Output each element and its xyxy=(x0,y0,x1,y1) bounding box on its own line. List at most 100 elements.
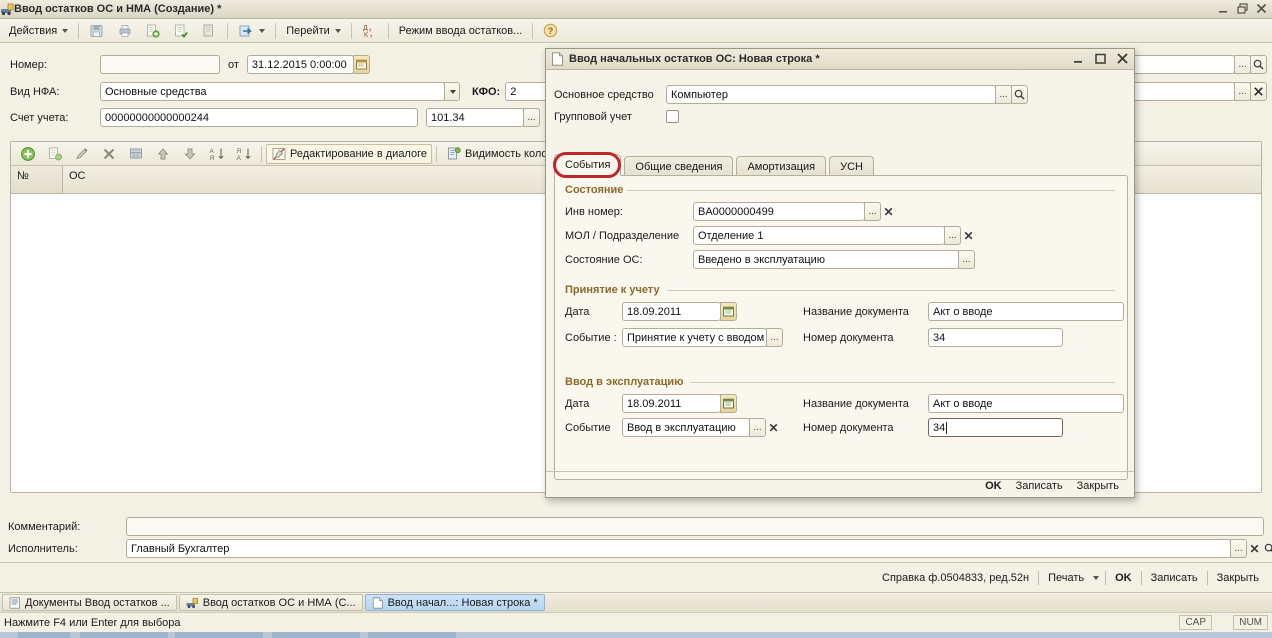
dialog-edit-icon xyxy=(271,146,287,162)
comment-input[interactable] xyxy=(126,517,1264,536)
executor-input[interactable]: Главный Бухгалтер xyxy=(126,539,1231,558)
delete-mark-button[interactable] xyxy=(123,144,149,164)
restore-icon[interactable] xyxy=(1094,52,1107,65)
account-code-select-button[interactable]: ... xyxy=(523,108,540,127)
dt-kt-button[interactable]: Д т К т xyxy=(357,21,383,41)
reference-button[interactable]: Справка ф.0504833, ред.52н xyxy=(875,570,1036,586)
taskbar-item-balance-entry[interactable]: Ввод остатков ОС и НМА (С... xyxy=(179,594,363,611)
chevron-down-icon[interactable] xyxy=(444,82,460,101)
executor-select-button[interactable]: ... xyxy=(1230,539,1247,558)
tab-depreciation[interactable]: Амортизация xyxy=(736,156,826,176)
close-icon[interactable] xyxy=(1116,52,1129,65)
edit-row-button[interactable] xyxy=(69,144,95,164)
balance-entry-mode-button[interactable]: Режим ввода остатков... xyxy=(394,21,528,41)
calendar-icon[interactable] xyxy=(720,394,737,413)
commissioning-docnum-value: 34 xyxy=(933,422,945,434)
acceptance-docnum-input[interactable]: 34 xyxy=(928,328,1063,347)
asset-input[interactable]: Компьютер xyxy=(666,85,996,104)
os-taskbar-segment[interactable] xyxy=(368,632,456,638)
close-button[interactable]: Закрыть xyxy=(1210,570,1266,586)
os-taskbar-segment[interactable] xyxy=(80,632,168,638)
copy-row-button[interactable] xyxy=(42,144,68,164)
acceptance-date-input[interactable]: 18.09.2011 xyxy=(622,302,721,321)
dialog-write-button[interactable]: Записать xyxy=(1009,478,1070,494)
acceptance-event-select-button[interactable]: ... xyxy=(766,328,783,347)
dialog-footer-bar: OK Записать Закрыть xyxy=(546,471,1134,499)
export-button[interactable] xyxy=(233,21,270,41)
ok-button[interactable]: OK xyxy=(1108,570,1139,586)
group-accounting-checkbox[interactable] xyxy=(666,110,679,123)
acceptance-group-divider xyxy=(667,290,1115,291)
post-document-icon xyxy=(173,23,189,39)
delete-row-button[interactable] xyxy=(96,144,122,164)
goto-menu-button[interactable]: Перейти xyxy=(281,21,346,41)
date-input[interactable]: 31.12.2015 0:00:00 xyxy=(247,55,354,74)
nfa-type-select[interactable]: Основные средства xyxy=(100,82,445,101)
hidden-field-1-select-button[interactable]: ... xyxy=(1234,55,1251,74)
number-input[interactable] xyxy=(100,55,220,74)
os-taskbar-segment[interactable] xyxy=(175,632,263,638)
calendar-icon[interactable] xyxy=(720,302,737,321)
sort-asc-button[interactable]: A Я xyxy=(204,144,230,164)
grid-column-number[interactable]: № xyxy=(11,166,63,193)
commissioning-date-input[interactable]: 18.09.2011 xyxy=(622,394,721,413)
asset-row: Основное средство Компьютер ... xyxy=(554,85,1028,104)
tab-events[interactable]: События xyxy=(554,154,621,176)
restore-icon[interactable] xyxy=(1236,2,1249,15)
taskbar-item-new-row[interactable]: Ввод начал...: Новая строка * xyxy=(365,594,545,611)
commissioning-event-input[interactable]: Ввод в эксплуатацию xyxy=(622,418,750,437)
commissioning-docnum-input[interactable]: 34 xyxy=(928,418,1063,437)
print-button[interactable] xyxy=(112,21,138,41)
minimize-icon[interactable] xyxy=(1217,2,1230,15)
copy-document-button[interactable] xyxy=(140,21,166,41)
sort-desc-button[interactable]: Я A xyxy=(231,144,257,164)
account-code-input[interactable]: 101.34 xyxy=(426,108,524,127)
write-button[interactable]: Записать xyxy=(1144,570,1205,586)
clear-icon[interactable] xyxy=(1250,82,1267,101)
add-row-button[interactable] xyxy=(15,144,41,164)
acceptance-docname-input[interactable]: Акт о вводе xyxy=(928,302,1124,321)
search-icon[interactable] xyxy=(1011,85,1028,104)
mol-subdivision-clear-icon[interactable]: ✕ xyxy=(961,226,976,245)
tab-usn[interactable]: УСН xyxy=(829,156,874,176)
calendar-icon[interactable] xyxy=(353,55,370,74)
dialog-edit-button[interactable]: Редактирование в диалоге xyxy=(266,144,432,164)
post-document-button[interactable] xyxy=(168,21,194,41)
move-down-button[interactable] xyxy=(177,144,203,164)
mol-subdivision-select-button[interactable]: ... xyxy=(944,226,961,245)
print-menu-button[interactable]: Печать xyxy=(1041,570,1091,586)
commissioning-event-clear-icon[interactable]: ✕ xyxy=(766,418,781,437)
search-icon[interactable] xyxy=(1250,55,1267,74)
commissioning-docname-input[interactable]: Акт о вводе xyxy=(928,394,1124,413)
commissioning-group-title: Ввод в эксплуатацию xyxy=(565,376,684,388)
move-up-button[interactable] xyxy=(150,144,176,164)
tab-general-info[interactable]: Общие сведения xyxy=(624,156,733,176)
actions-menu-button[interactable]: Действия xyxy=(4,21,73,41)
unpost-document-button[interactable] xyxy=(196,21,222,41)
taskbar-item-documents[interactable]: Документы Ввод остатков ... xyxy=(2,594,177,611)
inventory-number-select-button[interactable]: ... xyxy=(864,202,881,221)
help-button[interactable]: ? xyxy=(538,21,564,41)
account-input[interactable]: 00000000000000244 xyxy=(100,108,418,127)
os-state-select-button[interactable]: ... xyxy=(958,250,975,269)
save-button[interactable] xyxy=(84,21,110,41)
executor-clear-icon[interactable]: ✕ xyxy=(1247,539,1262,558)
hidden-field-2-select-button[interactable]: ... xyxy=(1234,82,1251,101)
commissioning-event-select-button[interactable]: ... xyxy=(749,418,766,437)
mol-subdivision-input[interactable]: Отделение 1 xyxy=(693,226,945,245)
list-icon xyxy=(9,597,21,609)
acceptance-event-input[interactable]: Принятие к учету с вводом в xyxy=(622,328,767,347)
chevron-down-icon xyxy=(62,29,68,33)
os-state-input[interactable]: Введено в эксплуатацию xyxy=(693,250,959,269)
minimize-icon[interactable] xyxy=(1072,52,1085,65)
executor-search-icon[interactable] xyxy=(1262,539,1272,558)
close-icon[interactable] xyxy=(1255,2,1268,15)
dialog-close-button[interactable]: Закрыть xyxy=(1070,478,1126,494)
os-taskbar-segment[interactable] xyxy=(18,632,70,638)
os-state-label: Состояние ОС: xyxy=(565,254,693,266)
inventory-number-input[interactable]: BA0000000499 xyxy=(693,202,865,221)
os-taskbar-segment[interactable] xyxy=(272,632,360,638)
inventory-number-clear-icon[interactable]: ✕ xyxy=(881,202,896,221)
asset-select-button[interactable]: ... xyxy=(995,85,1012,104)
dialog-ok-button[interactable]: OK xyxy=(978,478,1009,494)
